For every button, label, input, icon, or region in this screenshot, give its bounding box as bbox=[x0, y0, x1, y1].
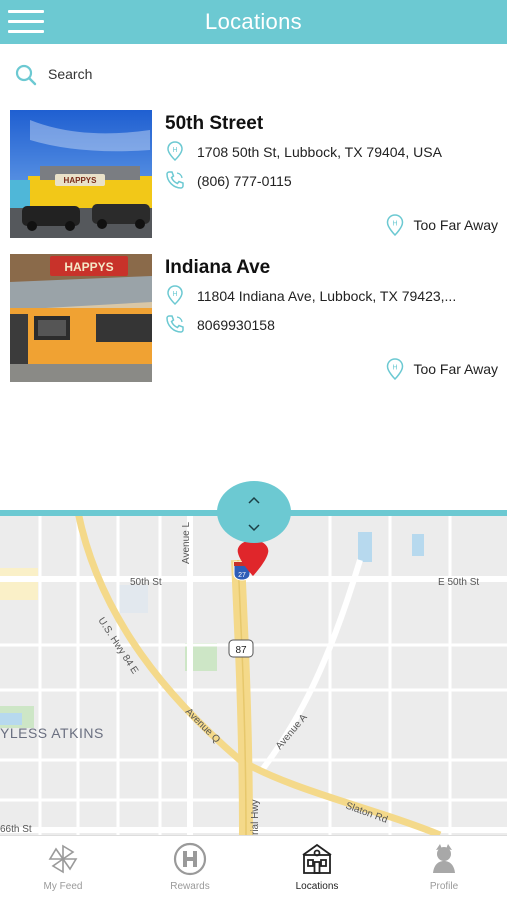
app-header: Locations bbox=[0, 0, 507, 44]
svg-text:H: H bbox=[172, 291, 177, 298]
distance-text: Too Far Away bbox=[413, 361, 498, 377]
tab-label: Profile bbox=[429, 881, 459, 892]
svg-text:HAPPYS: HAPPYS bbox=[64, 260, 113, 274]
distance-indicator: H Too Far Away bbox=[385, 357, 498, 381]
phone-icon bbox=[166, 171, 184, 189]
tab-label: My Feed bbox=[43, 881, 83, 892]
bottom-tab-bar: My Feed Rewards Locations Profile bbox=[0, 835, 507, 900]
map-view[interactable]: 27 87 50th St E 50th St Avenue L U.S. Hw… bbox=[0, 512, 507, 835]
map-label-e-50th-st: E 50th St bbox=[438, 577, 479, 588]
location-address-row: H 11804 Indiana Ave, Lubbock, TX 79423,.… bbox=[165, 285, 500, 307]
search-bar bbox=[0, 52, 507, 96]
distance-indicator: H Too Far Away bbox=[385, 213, 498, 237]
location-name: Indiana Ave bbox=[165, 257, 271, 278]
map-label-66th-st: 66th St bbox=[0, 824, 32, 835]
rewards-h-icon bbox=[173, 842, 207, 876]
page-title: Locations bbox=[205, 9, 302, 34]
map-label-50th-st: 50th St bbox=[130, 577, 162, 588]
map-label-neighborhood: YLESS ATKINS bbox=[0, 725, 104, 741]
location-photo: HAPPYS bbox=[10, 254, 152, 382]
tab-profile[interactable]: Profile bbox=[381, 836, 507, 900]
location-card-indiana-ave[interactable]: HAPPYS Indiana Ave H 11804 Indiana Ave, … bbox=[0, 252, 507, 386]
map-expand-toggle[interactable] bbox=[217, 481, 291, 543]
location-card-50th-street[interactable]: HAPPYS 50th Street H 1708 50th St, Lubbo… bbox=[0, 108, 507, 242]
location-phone: 8069930158 bbox=[197, 317, 275, 333]
location-name: 50th Street bbox=[165, 113, 264, 134]
phone-icon bbox=[166, 315, 184, 333]
search-icon bbox=[15, 64, 37, 86]
distance-text: Too Far Away bbox=[413, 217, 498, 233]
map-label-memorial-hwy: rial Hwy bbox=[250, 799, 261, 835]
location-address: 11804 Indiana Ave, Lubbock, TX 79423,... bbox=[197, 288, 457, 304]
location-photo: HAPPYS bbox=[10, 110, 152, 238]
pinwheel-icon bbox=[48, 844, 78, 874]
tab-locations[interactable]: Locations bbox=[254, 836, 380, 900]
location-address-row: H 1708 50th St, Lubbock, TX 79404, USA bbox=[165, 141, 500, 163]
store-icon bbox=[302, 843, 332, 874]
location-phone-row[interactable]: 8069930158 bbox=[165, 314, 500, 336]
location-phone: (806) 777-0115 bbox=[197, 173, 292, 189]
search-input[interactable] bbox=[48, 62, 348, 86]
location-pin-icon: H bbox=[167, 141, 183, 161]
chevron-up-down-icon bbox=[248, 496, 260, 532]
location-address: 1708 50th St, Lubbock, TX 79404, USA bbox=[197, 144, 442, 160]
highway-87-shield: 87 bbox=[228, 639, 254, 658]
map-label-avenue-l: Avenue L bbox=[181, 521, 192, 564]
tab-rewards[interactable]: Rewards bbox=[127, 836, 253, 900]
svg-text:27: 27 bbox=[238, 572, 246, 579]
svg-text:H: H bbox=[172, 147, 177, 154]
tab-label: Rewards bbox=[170, 881, 210, 892]
profile-icon bbox=[433, 844, 455, 873]
svg-text:87: 87 bbox=[235, 645, 247, 656]
tab-label: Locations bbox=[295, 881, 339, 892]
tab-my-feed[interactable]: My Feed bbox=[0, 836, 126, 900]
svg-text:HAPPYS: HAPPYS bbox=[64, 176, 98, 185]
location-pin-icon: H bbox=[167, 285, 183, 305]
location-phone-row[interactable]: (806) 777-0115 bbox=[165, 170, 500, 192]
